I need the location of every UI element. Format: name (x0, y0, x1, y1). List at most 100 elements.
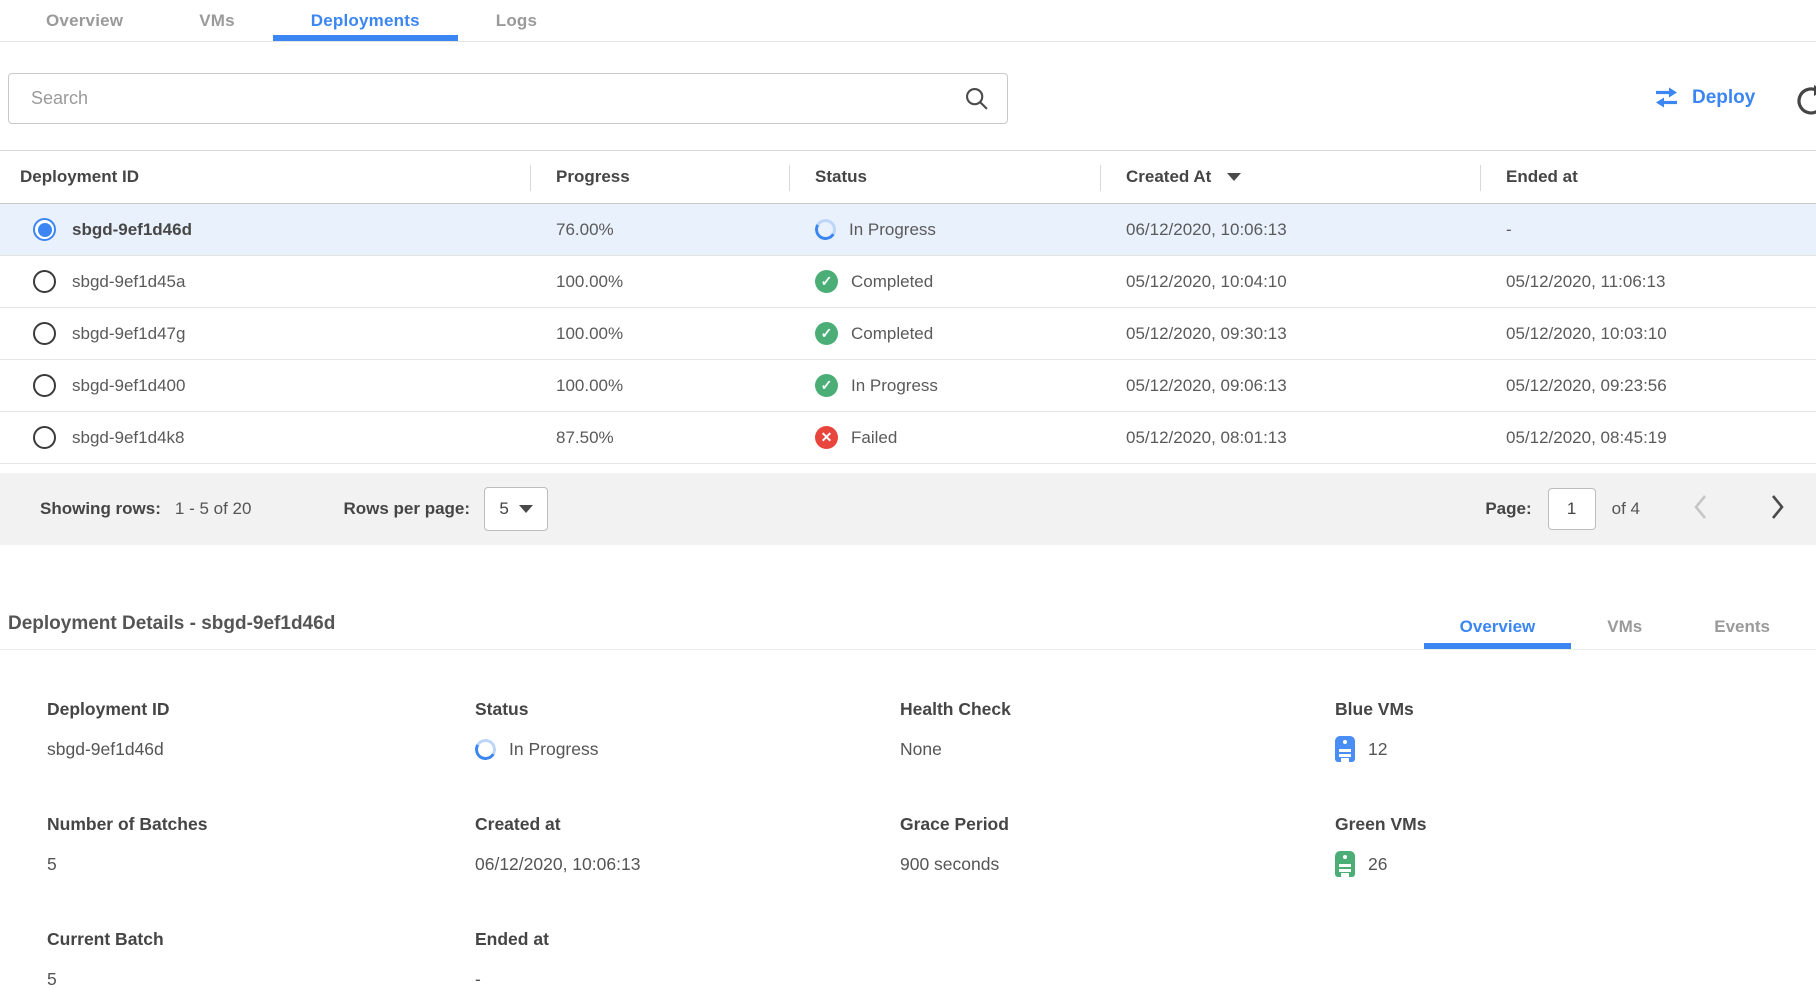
field-label: Grace Period (900, 814, 1335, 835)
deployments-table: Deployment ID Progress Status Created At… (0, 150, 1816, 545)
status-cell: In Progress (789, 219, 1100, 240)
chevron-down-icon (519, 505, 533, 513)
chevron-left-icon (1692, 493, 1708, 521)
field-grace-period: Grace Period 900 seconds (900, 814, 1335, 877)
table-row[interactable]: sbgd-9ef1d46d 76.00% In Progress 06/12/2… (0, 204, 1816, 256)
field-deployment-id: Deployment ID sbgd-9ef1d46d (47, 699, 475, 762)
created-at-value: 05/12/2020, 09:30:13 (1100, 324, 1480, 344)
search-icon[interactable] (963, 85, 991, 113)
field-value: 06/12/2020, 10:06:13 (475, 854, 640, 875)
deployment-id: sbgd-9ef1d45a (72, 272, 185, 292)
col-header-progress[interactable]: Progress (530, 167, 789, 187)
search-input[interactable] (9, 88, 963, 109)
refresh-icon (1794, 84, 1816, 118)
field-value: - (475, 969, 481, 990)
row-select-radio[interactable] (33, 426, 56, 449)
field-green-vms: Green VMs 26 (1335, 814, 1816, 877)
details-grid: Deployment ID sbgd-9ef1d46d Status In Pr… (0, 699, 1816, 992)
field-ended-at: Ended at - (475, 929, 900, 992)
created-at-value: 05/12/2020, 09:06:13 (1100, 376, 1480, 396)
previous-page-button[interactable] (1692, 493, 1708, 525)
field-value: 26 (1368, 854, 1387, 875)
vm-blue-icon (1335, 736, 1355, 762)
chevron-right-icon (1770, 493, 1786, 521)
field-value: 5 (47, 969, 57, 990)
deployments-toolbar: Deploy (0, 42, 1816, 150)
ended-at-value: - (1480, 220, 1816, 240)
status-label: Completed (851, 324, 933, 344)
next-page-button[interactable] (1770, 493, 1786, 525)
column-divider (1100, 165, 1101, 191)
column-divider (530, 165, 531, 191)
field-label: Green VMs (1335, 814, 1816, 835)
vm-green-icon (1335, 851, 1355, 877)
spinner-icon (473, 736, 499, 762)
row-select-radio[interactable] (33, 270, 56, 293)
field-label: Number of Batches (47, 814, 475, 835)
table-row[interactable]: sbgd-9ef1d47g 100.00% ✓ Completed 05/12/… (0, 308, 1816, 360)
ended-at-value: 05/12/2020, 09:23:56 (1480, 376, 1816, 396)
sort-desc-icon[interactable] (1227, 173, 1241, 181)
deployment-id: sbgd-9ef1d46d (72, 220, 192, 240)
table-row[interactable]: sbgd-9ef1d45a 100.00% ✓ Completed 05/12/… (0, 256, 1816, 308)
col-header-created-at[interactable]: Created At (1100, 167, 1480, 187)
row-select-radio[interactable] (33, 322, 56, 345)
transfer-arrows-icon (1653, 86, 1680, 109)
status-cell: ✓ Completed (789, 322, 1100, 345)
deploy-button-label: Deploy (1692, 87, 1755, 109)
rows-per-page-label: Rows per page: (343, 499, 470, 519)
details-tab-overview[interactable]: Overview (1424, 617, 1572, 649)
tab-overview[interactable]: Overview (8, 0, 161, 41)
field-blue-vms: Blue VMs 12 (1335, 699, 1816, 762)
tab-deployments[interactable]: Deployments (273, 0, 458, 41)
deployment-details-panel: Deployment Details - sbgd-9ef1d46d Overv… (0, 585, 1816, 992)
field-value: sbgd-9ef1d46d (47, 739, 164, 760)
details-tab-vms[interactable]: VMs (1571, 617, 1678, 649)
table-header-row: Deployment ID Progress Status Created At… (0, 150, 1816, 204)
refresh-button[interactable] (1794, 84, 1816, 118)
field-value: 12 (1368, 739, 1387, 760)
deploy-button[interactable]: Deploy (1653, 86, 1755, 109)
row-select-radio[interactable] (33, 374, 56, 397)
status-label: In Progress (851, 376, 938, 396)
col-header-deployment-id[interactable]: Deployment ID (0, 167, 530, 187)
status-cell: ✓ Completed (789, 270, 1100, 293)
row-select-radio[interactable] (33, 218, 56, 241)
rows-per-page-select[interactable]: 5 (484, 487, 548, 531)
col-header-status[interactable]: Status (789, 167, 1100, 187)
field-value: 900 seconds (900, 854, 999, 875)
field-label: Current Batch (47, 929, 475, 950)
field-label: Blue VMs (1335, 699, 1816, 720)
created-at-value: 06/12/2020, 10:06:13 (1100, 220, 1480, 240)
spinner-icon (813, 217, 839, 243)
table-pagination-bar: Showing rows: 1 - 5 of 20 Rows per page:… (0, 473, 1816, 545)
field-label: Status (475, 699, 900, 720)
field-created-at: Created at 06/12/2020, 10:06:13 (475, 814, 900, 877)
col-header-created-at-label: Created At (1126, 167, 1211, 187)
progress-value: 87.50% (530, 428, 789, 448)
field-label: Created at (475, 814, 900, 835)
col-header-ended-at[interactable]: Ended at (1480, 167, 1816, 187)
field-value: None (900, 739, 942, 760)
field-number-of-batches: Number of Batches 5 (47, 814, 475, 877)
page-number-input[interactable] (1548, 488, 1596, 530)
field-value: In Progress (509, 739, 598, 760)
page-label: Page: (1485, 499, 1531, 519)
progress-value: 100.00% (530, 324, 789, 344)
tab-vms[interactable]: VMs (161, 0, 273, 41)
deployment-id: sbgd-9ef1d47g (72, 324, 185, 344)
column-divider (789, 165, 790, 191)
table-row[interactable]: sbgd-9ef1d400 100.00% ✓ In Progress 05/1… (0, 360, 1816, 412)
field-label: Deployment ID (47, 699, 475, 720)
table-row[interactable]: sbgd-9ef1d4k8 87.50% ✕ Failed 05/12/2020… (0, 412, 1816, 464)
field-health-check: Health Check None (900, 699, 1335, 762)
tab-logs[interactable]: Logs (458, 0, 575, 41)
deployment-id: sbgd-9ef1d400 (72, 376, 185, 396)
showing-rows-label: Showing rows: (40, 499, 161, 519)
x-circle-icon: ✕ (815, 426, 838, 449)
field-label: Ended at (475, 929, 900, 950)
column-divider (1480, 165, 1481, 191)
status-cell: ✓ In Progress (789, 374, 1100, 397)
details-tab-events[interactable]: Events (1678, 617, 1806, 649)
field-current-batch: Current Batch 5 (47, 929, 475, 992)
